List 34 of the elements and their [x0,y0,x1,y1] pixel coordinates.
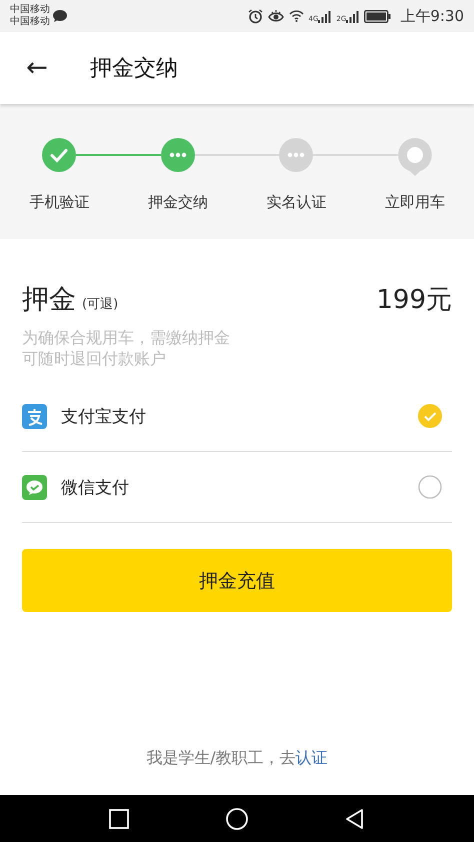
eye-icon [268,9,284,23]
selected-radio[interactable] [418,404,442,428]
deposit-description-line: 可随时退回付款账户 [22,348,166,369]
step-label: 实名认证 [266,193,326,212]
alarm-icon [248,8,263,24]
step-label: 押金交纳 [148,193,208,212]
wifi-icon [288,10,304,22]
back-button[interactable]: ← [22,53,52,83]
page-title: 押金交纳 [90,55,178,83]
battery-icon [364,10,392,22]
refundable-note: (可退) [82,296,118,313]
clock-time: 上午9:30 [400,6,464,26]
alipay-icon [22,404,47,428]
recent-apps-icon[interactable] [107,806,131,830]
unselected-radio[interactable] [418,475,442,499]
verify-link[interactable]: 认证 [296,748,328,767]
recharge-deposit-button[interactable]: 押金充值 [22,549,452,612]
signal-icon [346,10,360,23]
carrier-name: 中国移动 [10,4,50,16]
step-label: 立即用车 [384,193,445,212]
payment-option[interactable]: 支付宝支付 [22,381,452,452]
home-icon[interactable] [225,806,249,830]
deposit-title: 押金 [22,283,76,317]
payment-label: 微信支付 [61,476,129,498]
deposit-amount: 199元 [376,284,452,317]
step-label: 手机验证 [29,193,90,212]
student-verification-text: 我是学生/教职工，去认证 [145,748,329,769]
message-icon [53,10,67,22]
signal-icon [318,10,332,23]
payment-label: 支付宝支付 [61,406,146,428]
chat-bubble-icon [22,474,47,500]
deposit-description-line: 为确保合规用车，需缴纳押金 [22,327,230,348]
payment-option[interactable]: 微信支付 [22,452,452,523]
carrier-name: 中国移动 [10,16,50,28]
